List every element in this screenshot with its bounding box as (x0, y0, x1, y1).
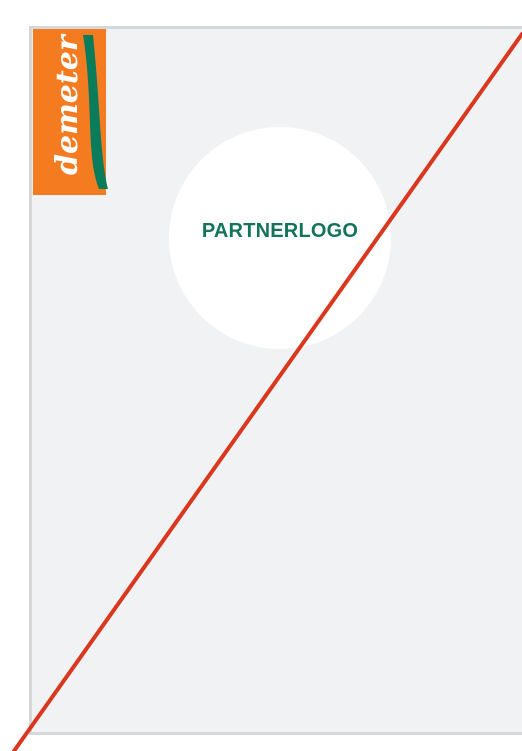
partner-logo-label: PARTNERLOGO (201, 219, 359, 242)
logo-wordmark: demeter (50, 33, 85, 175)
partner-logo-placeholder: PARTNERLOGO (169, 127, 391, 349)
artboard: demeter PARTNERLOGO (0, 0, 522, 751)
demeter-logo: demeter (33, 29, 108, 195)
